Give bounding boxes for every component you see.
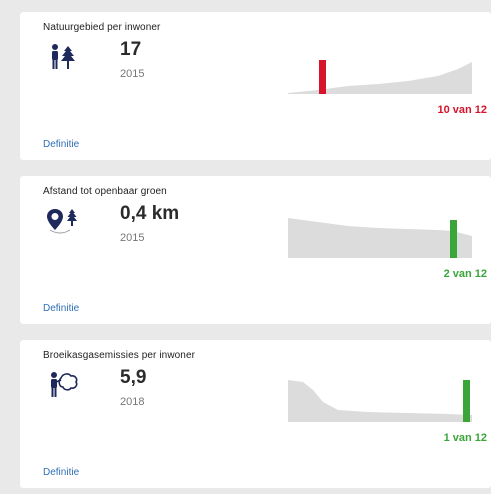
- indicator-value: 17: [120, 39, 142, 60]
- card-title: Broeikasgasemissies per inwoner: [43, 350, 196, 361]
- person-emission-icon: [44, 370, 84, 400]
- indicator-card-afstand-groen: Afstand tot openbaar groen 0,4 km 2015 2…: [20, 176, 491, 324]
- definitie-link[interactable]: Definitie: [43, 467, 79, 478]
- sparkline-chart: [288, 364, 472, 422]
- indicator-year: 2018: [120, 396, 145, 408]
- indicator-value: 0,4 km: [120, 203, 180, 224]
- card-title: Natuurgebied per inwoner: [43, 22, 161, 33]
- distribution-area: [288, 380, 472, 422]
- rank-label: 2 van 12: [443, 268, 487, 280]
- indicator-year: 2015: [120, 232, 145, 244]
- position-marker: [450, 220, 457, 258]
- position-marker: [319, 60, 326, 94]
- indicator-card-natuurgebied: Natuurgebied per inwoner 17 2015 10 van …: [20, 12, 491, 160]
- definitie-link[interactable]: Definitie: [43, 303, 79, 314]
- people-tree-icon: [44, 42, 84, 72]
- indicator-year: 2015: [120, 68, 145, 80]
- position-marker: [463, 380, 470, 422]
- card-title: Afstand tot openbaar groen: [43, 186, 167, 197]
- indicator-value: 5,9: [120, 367, 147, 388]
- distribution-area: [288, 218, 472, 258]
- definitie-link[interactable]: Definitie: [43, 139, 79, 150]
- distribution-area: [288, 62, 472, 94]
- sparkline-chart: [288, 36, 472, 94]
- location-tree-icon: [44, 206, 84, 236]
- rank-label: 10 van 12: [437, 104, 487, 116]
- indicator-card-broeikasgas: Broeikasgasemissies per inwoner 5,9 2018…: [20, 340, 491, 488]
- sparkline-chart: [288, 200, 472, 258]
- rank-label: 1 van 12: [443, 432, 487, 444]
